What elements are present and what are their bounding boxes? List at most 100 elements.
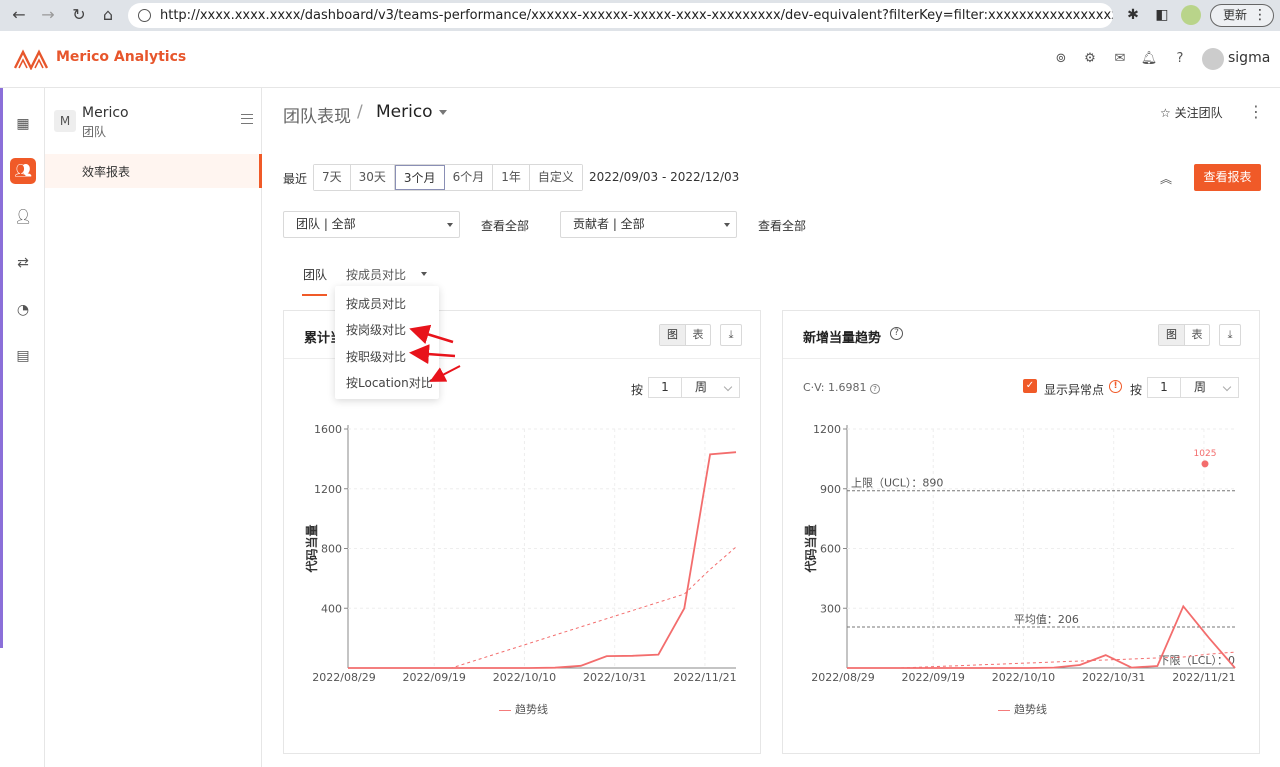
avatar[interactable] — [1202, 48, 1224, 70]
x-tick-label: 2022/09/19 — [403, 671, 466, 684]
contributor-select[interactable]: 贡献者 | 全部 — [560, 211, 737, 238]
team-view-all-link[interactable]: 查看全部 — [481, 217, 529, 234]
profile-icon[interactable] — [1181, 5, 1201, 25]
period-label: 按 — [631, 383, 644, 397]
period-unit-select[interactable]: 周 — [682, 377, 740, 398]
sidebar-item-label: 效率报表 — [82, 165, 131, 179]
follow-team-button[interactable]: ☆ 关注团队 — [1160, 104, 1223, 121]
home-icon[interactable]: ⌂ — [97, 4, 119, 26]
legend-item[interactable]: 趋势线 — [499, 701, 548, 717]
y-tick-label: 300 — [820, 602, 841, 615]
range-30d[interactable]: 30天 — [350, 165, 395, 190]
update-button[interactable]: 更新 ⋮ — [1210, 4, 1274, 27]
star-icon: ☆ — [1160, 106, 1171, 120]
y-tick-label: 1200 — [314, 483, 342, 496]
extensions-icon[interactable]: ✱ — [1123, 5, 1143, 25]
info-icon[interactable]: ? — [870, 384, 880, 394]
table-view-button[interactable]: 表 — [685, 325, 710, 345]
dropdown-item-by-location[interactable]: 按Location对比 — [346, 374, 433, 391]
x-tick-label: 2022/10/10 — [992, 671, 1055, 684]
dropdown-item-by-member[interactable]: 按成员对比 — [346, 295, 406, 312]
warning-icon[interactable]: ! — [1109, 380, 1122, 393]
dropdown-item-by-rank[interactable]: 按职级对比 — [346, 348, 406, 365]
view-toggle: 图 表 — [659, 324, 711, 346]
x-tick-label: 2022/11/21 — [1172, 671, 1235, 684]
app-header: Merico Analytics ⊚ ⚙ ✉ 🔔︎ ? sigma — [0, 31, 1280, 88]
username[interactable]: sigma — [1228, 50, 1270, 66]
anomaly-point — [1201, 460, 1209, 468]
breadcrumb-separator: / — [357, 102, 363, 122]
analytics-icon[interactable]: ⊚ — [1051, 49, 1071, 69]
y-axis-label: 代码当量 — [304, 524, 319, 573]
update-label: 更新 — [1223, 8, 1248, 22]
dropdown-item-by-job-grade[interactable]: 按岗级对比 — [346, 321, 406, 338]
team-avatar: M — [54, 110, 76, 132]
chart-view-button[interactable]: 图 — [660, 325, 685, 345]
chevron-down-icon[interactable] — [439, 110, 447, 115]
settings-icon[interactable]: ⚙ — [1080, 49, 1100, 69]
help-icon[interactable]: ? — [890, 327, 903, 340]
team-select-value: 团队 | 全部 — [296, 217, 356, 231]
globe-icon — [138, 9, 151, 22]
y-axis-label: 代码当量 — [803, 524, 818, 573]
show-anomaly-checkbox[interactable]: ✓ — [1023, 379, 1037, 393]
y-tick-label: 1200 — [813, 423, 841, 436]
help-icon[interactable]: ? — [1170, 49, 1190, 69]
x-tick-label: 2022/08/29 — [312, 671, 375, 684]
page-title[interactable]: Merico — [376, 102, 433, 122]
board-icon[interactable]: ▦ — [10, 111, 36, 137]
range-1y[interactable]: 1年 — [493, 165, 530, 190]
x-tick-label: 2022/08/29 — [811, 671, 874, 684]
breadcrumb-parent[interactable]: 团队表现 — [283, 102, 351, 127]
user-icon[interactable]: 👤︎ — [10, 204, 36, 230]
archive-icon[interactable]: ▤ — [10, 343, 36, 369]
mail-icon[interactable]: ✉ — [1110, 49, 1130, 69]
period-number-input[interactable]: 1 — [648, 377, 682, 398]
download-icon[interactable]: ⤓ — [1219, 324, 1241, 346]
period-unit-select[interactable]: 周 — [1181, 377, 1239, 398]
team-select[interactable]: 团队 | 全部 — [283, 211, 460, 238]
period-number-input[interactable]: 1 — [1147, 377, 1181, 398]
range-label: 最近 — [283, 172, 308, 186]
menu-icon[interactable] — [241, 114, 253, 124]
download-icon[interactable]: ⤓ — [720, 324, 742, 346]
collapse-icon[interactable]: ︽ — [1160, 170, 1172, 187]
table-view-button[interactable]: 表 — [1184, 325, 1209, 345]
caret-down-icon — [447, 223, 453, 227]
tab-team[interactable]: 团队 — [303, 266, 327, 283]
range-7d[interactable]: 7天 — [314, 165, 351, 190]
legend-item[interactable]: 趋势线 — [998, 701, 1047, 717]
cv-label: C·V: 1.6981 — [803, 381, 867, 394]
y-tick-label: 800 — [321, 543, 342, 556]
brand-name: Merico Analytics — [56, 49, 187, 65]
more-options-icon[interactable]: ⋮ — [1248, 102, 1264, 121]
legend-label: 趋势线 — [1014, 703, 1047, 716]
time-range-selector: 7天 30天 3个月 6个月 1年 自定义 — [313, 164, 583, 191]
forward-icon[interactable]: → — [37, 4, 59, 26]
team-icon[interactable]: 👥︎ — [10, 158, 36, 184]
history-icon[interactable]: ◔ — [10, 297, 36, 323]
reload-icon[interactable]: ↻ — [68, 4, 90, 26]
range-3m[interactable]: 3个月 — [394, 165, 445, 190]
team-name: Merico — [82, 105, 129, 121]
contributor-view-all-link[interactable]: 查看全部 — [758, 217, 806, 234]
tab-compare[interactable]: 按成员对比 — [346, 266, 406, 283]
tab-active-indicator — [302, 294, 327, 296]
bell-icon[interactable]: 🔔︎ — [1139, 49, 1159, 69]
chart-view-button[interactable]: 图 — [1159, 325, 1184, 345]
contributor-select-value: 贡献者 | 全部 — [573, 217, 645, 231]
period-label: 按 — [1130, 383, 1143, 397]
range-custom[interactable]: 自定义 — [529, 165, 582, 190]
x-tick-label: 2022/09/19 — [902, 671, 965, 684]
caret-down-icon[interactable] — [421, 272, 427, 276]
sidepanel-icon[interactable]: ◧ — [1152, 5, 1172, 25]
flow-icon[interactable]: ⇄ — [10, 250, 36, 276]
reference-line-label: 平均值：206 — [1014, 613, 1079, 626]
range-6m[interactable]: 6个月 — [444, 165, 494, 190]
address-bar[interactable]: http://xxxx.xxxx.xxxx/dashboard/v3/teams… — [128, 3, 1113, 28]
back-icon[interactable]: ← — [8, 4, 30, 26]
cumulative-line-chart: 400 800 1200 1600 2022/08/29 2022/09/19 2022/1… — [304, 423, 737, 684]
x-tick-label: 2022/11/21 — [673, 671, 736, 684]
sidebar-item-efficiency-report[interactable]: 效率报表 — [45, 154, 262, 188]
view-report-button[interactable]: 查看报表 — [1194, 164, 1261, 191]
